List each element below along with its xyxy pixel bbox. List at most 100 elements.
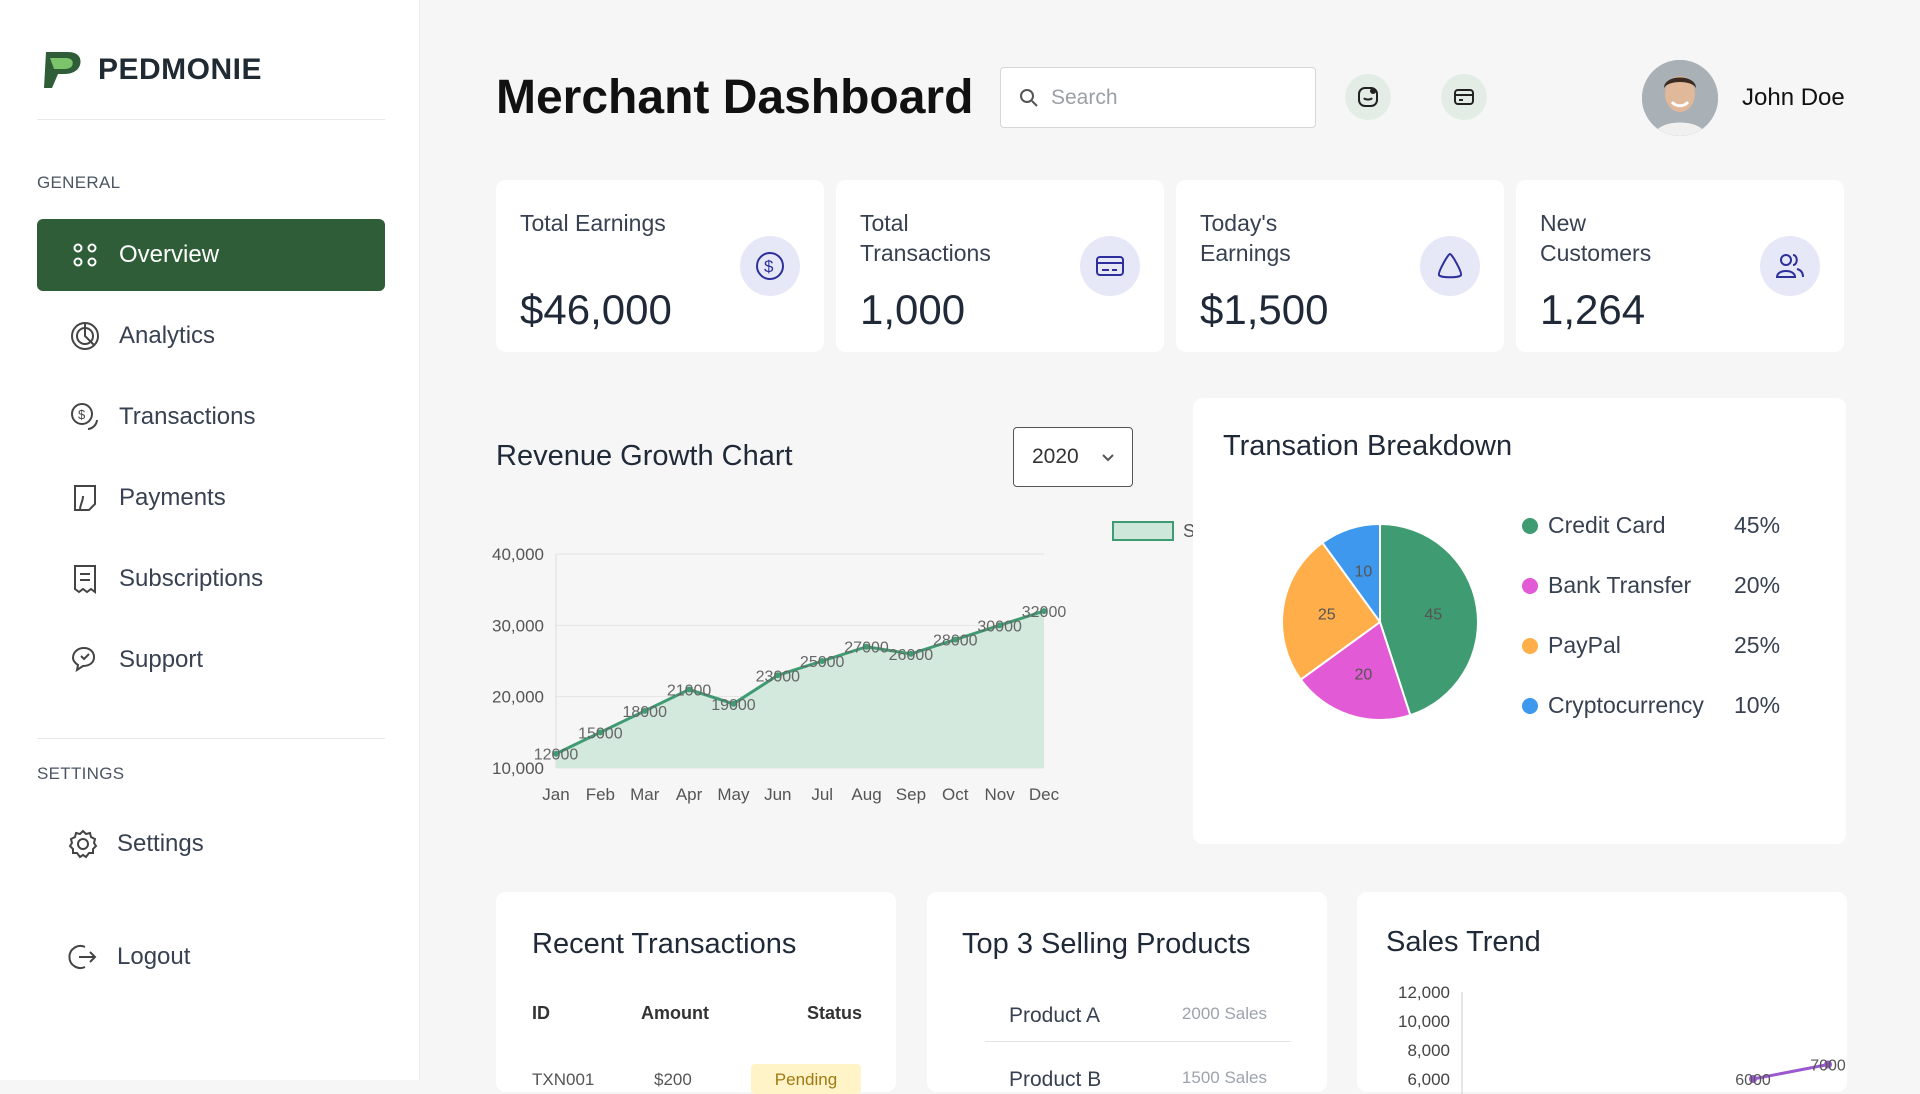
stat-value: 1,000 — [860, 286, 966, 333]
wallet-button[interactable] — [1441, 74, 1487, 120]
user-avatar[interactable] — [1642, 60, 1718, 136]
x-tick-label: Nov — [985, 785, 1016, 804]
row-amount: $200 — [654, 1070, 692, 1089]
legend-cryptocurrency: Cryptocurrency 10% — [1522, 692, 1782, 719]
sidebar-item-analytics[interactable]: Analytics — [37, 300, 385, 372]
data-label: 23000 — [756, 668, 801, 685]
breakdown-pie: 45 20 25 10 — [1281, 522, 1479, 721]
x-tick-label: Aug — [851, 785, 881, 804]
x-tick-label: Jul — [811, 785, 833, 804]
col-header-id: ID — [532, 1003, 550, 1023]
sidebar-item-label: Logout — [117, 943, 191, 970]
stat-label: New Customers — [1540, 210, 1652, 266]
data-label: 30000 — [977, 618, 1022, 635]
product-name: Product B — [1009, 1068, 1102, 1091]
card-icon — [1454, 89, 1474, 105]
legend-pct: 20% — [1734, 572, 1781, 598]
stat-icon — [1760, 236, 1820, 296]
top-products-title: Top 3 Selling Products — [962, 928, 1251, 960]
section-settings-label: SETTINGS — [37, 764, 125, 783]
notifications-button[interactable] — [1345, 74, 1391, 120]
stat-card-total-earnings: Total Earnings $46,000 $ — [496, 180, 824, 352]
x-tick-label: Apr — [676, 785, 703, 804]
year-select[interactable]: 2020 — [1013, 427, 1133, 487]
logo-icon — [44, 52, 81, 88]
slice-label: 10 — [1354, 564, 1372, 581]
sales-trend-chart: 12,00010,0008,0006,000 60007000 — [1398, 983, 1846, 1094]
sidebar-item-transactions[interactable]: $ Transactions — [37, 381, 385, 453]
message-smile-icon — [1358, 87, 1378, 107]
slice-label: 20 — [1354, 666, 1372, 683]
status-badge: Pending — [751, 1064, 861, 1094]
legend-credit-card: Credit Card 45% — [1522, 512, 1782, 539]
logout-icon — [68, 945, 97, 969]
recent-transactions-panel — [496, 892, 896, 1092]
stat-icon: $ — [740, 236, 800, 296]
stat-label: Total Earnings — [520, 210, 666, 236]
row-id: TXN001 — [532, 1070, 595, 1089]
dollar-coin-icon: $ — [71, 403, 98, 430]
user-name[interactable]: John Doe — [1742, 84, 1845, 112]
receipt-icon — [74, 565, 96, 594]
search-box[interactable] — [1000, 67, 1316, 128]
data-label: 19000 — [711, 697, 756, 714]
y-tick-label: 12,000 — [1398, 983, 1450, 1002]
data-label: 27000 — [844, 640, 889, 657]
data-label: 21000 — [667, 683, 712, 700]
data-label: 32000 — [1022, 604, 1067, 621]
y-tick-label: 20,000 — [492, 688, 544, 707]
product-name: Product A — [1009, 1004, 1101, 1027]
avatar-image — [1642, 60, 1718, 136]
divider — [37, 119, 385, 120]
sidebar-item-label: Transactions — [119, 403, 256, 430]
sidebar-item-settings[interactable]: Settings — [37, 808, 385, 880]
x-tick-label: Dec — [1029, 785, 1060, 804]
search-icon — [1020, 88, 1038, 107]
stat-value: $1,500 — [1200, 286, 1329, 333]
sidebar-item-label: Analytics — [119, 322, 216, 349]
sidebar-item-support[interactable]: Support — [37, 624, 385, 696]
legend-paypal: PayPal 25% — [1522, 632, 1782, 659]
sidebar-item-payments[interactable]: Payments — [37, 462, 385, 534]
legend-label: Cryptocurrency — [1548, 692, 1704, 718]
svg-text:$: $ — [764, 257, 774, 276]
data-label: 25000 — [800, 654, 845, 671]
product-sales: 1500 Sales — [1181, 1068, 1267, 1087]
legend-dot — [1522, 517, 1538, 534]
product-row: Product A 2000 Sales — [985, 1004, 1291, 1042]
divider — [37, 738, 385, 739]
x-tick-label: Sep — [896, 785, 926, 804]
legend-label: PayPal — [1548, 632, 1621, 658]
revenue-chart-title: Revenue Growth Chart — [496, 440, 793, 472]
payments-icon — [74, 485, 96, 511]
stat-label: Total Transactions — [860, 210, 991, 266]
legend-pct: 25% — [1734, 632, 1781, 658]
legend-label: Credit Card — [1548, 512, 1666, 538]
breakdown-title: Transation Breakdown — [1223, 430, 1513, 462]
legend-pct: 10% — [1734, 692, 1781, 718]
sales-trend-title: Sales Trend — [1386, 926, 1541, 958]
data-label: 12000 — [534, 747, 579, 764]
x-tick-label: Oct — [942, 785, 969, 804]
triangle-icon — [1437, 252, 1463, 279]
sidebar-item-logout[interactable]: Logout — [37, 921, 385, 993]
stat-value: $46,000 — [520, 286, 672, 333]
data-label: 28000 — [933, 633, 978, 650]
legend-bank-transfer: Bank Transfer 20% — [1522, 572, 1782, 599]
x-tick-label: Mar — [630, 785, 660, 804]
brand-logo[interactable]: PEDMONIE — [42, 48, 262, 92]
data-label: 18000 — [622, 704, 667, 721]
y-tick-label: 30,000 — [492, 616, 544, 635]
y-tick-label: 8,000 — [1407, 1041, 1450, 1060]
sidebar: PEDMONIE GENERAL Overview Analytics $ Tr… — [0, 0, 420, 1080]
brand-name: PEDMONIE — [98, 53, 263, 86]
x-tick-label: May — [717, 785, 750, 804]
sidebar-item-overview[interactable]: Overview — [37, 219, 385, 291]
legend-label: Bank Transfer — [1548, 572, 1692, 598]
revenue-chart: Sales10,00020,00030,00040,00012000150001… — [492, 521, 1228, 804]
legend-swatch — [1112, 521, 1174, 541]
sidebar-item-subscriptions[interactable]: Subscriptions — [37, 543, 385, 615]
search-input[interactable] — [1051, 85, 1291, 110]
legend-dot — [1522, 697, 1538, 714]
y-tick-label: 10,000 — [1398, 1012, 1450, 1031]
